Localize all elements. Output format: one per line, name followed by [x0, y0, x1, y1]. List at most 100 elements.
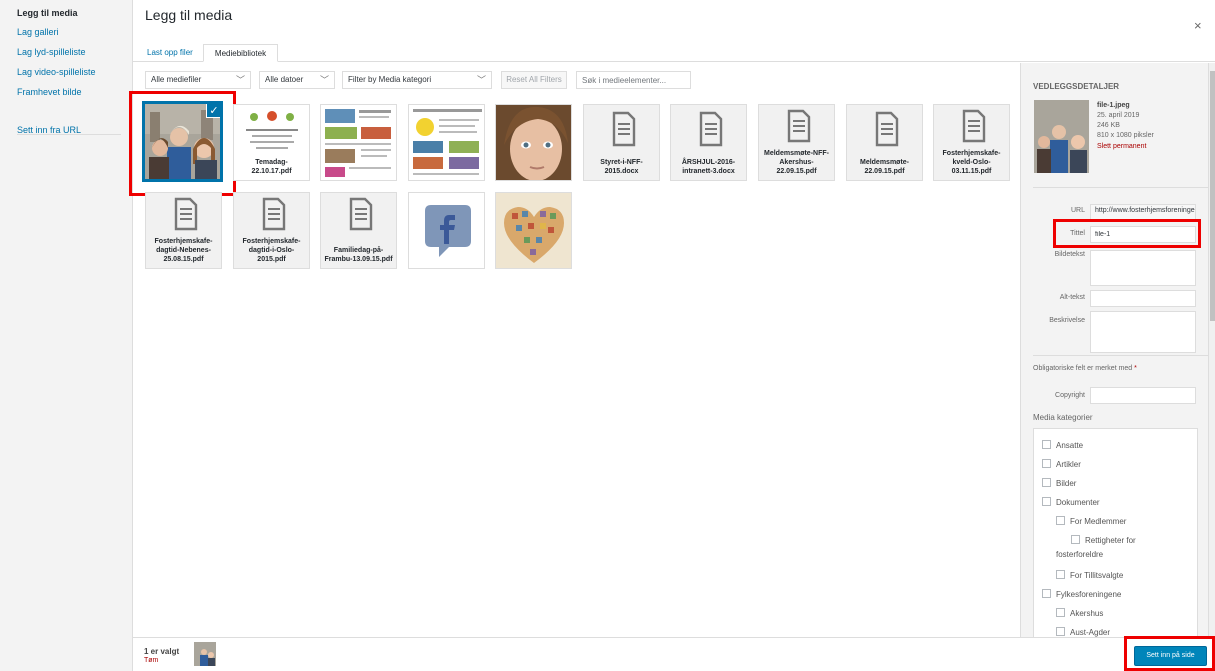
copyright-field[interactable] [1090, 387, 1196, 404]
document-icon [875, 111, 899, 147]
category-label: Artikler [1056, 460, 1081, 469]
category-label: For Medlemmer [1070, 517, 1127, 526]
heart-houses-image [496, 193, 571, 268]
details-scrollbar[interactable] [1208, 63, 1215, 637]
media-categories-label: Media kategorier [1033, 413, 1093, 422]
menu-item-insert-from-url[interactable]: Sett inn fra URL [17, 125, 81, 135]
category-ansatte[interactable]: Ansatte [1042, 440, 1083, 451]
menu-item-add-media[interactable]: Legg til media [17, 8, 78, 18]
caption-field[interactable] [1090, 250, 1196, 286]
pdf-thumbnail-image [234, 105, 309, 159]
attachment-filename: Fosterhjemskafe-dagtid-Nebenes-25.08.15.… [154, 238, 213, 263]
attachment-pdf-familiedag[interactable]: Familiedag-på-Frambu-13.09.15.pdf [320, 192, 397, 269]
category-label: For Tillitsvalgte [1070, 571, 1124, 580]
attachment-filename: Meldemsmøte-NFF-Akershus-22.09.15.pdf [764, 150, 829, 175]
category-label: Rettigheter for [1085, 536, 1136, 545]
attachment-pdf-temadag[interactable]: Temadag-22.10.17.pdf [233, 104, 310, 181]
document-icon [962, 109, 986, 143]
filter-media-type-select[interactable]: Alle mediefiler ﹀ [145, 71, 251, 89]
pdf-thumbnail-image [409, 105, 484, 180]
menu-item-create-video-playlist[interactable]: Lag video-spilleliste [17, 67, 96, 77]
attachment-facebook-image[interactable] [408, 192, 485, 269]
attachment-filename: Styret-i-NFF-2015.docx [600, 159, 643, 175]
close-icon[interactable]: × [1194, 18, 1202, 33]
media-categories-list: Ansatte Artikler Bilder Dokumenter For M… [1033, 428, 1198, 637]
title-field[interactable] [1090, 226, 1196, 243]
attachment-pdf-fosterhjemskafe-oslo[interactable]: Fosterhjemskafe-dagtid-i-Oslo-2015.pdf [233, 192, 310, 269]
attachment-filename: ÅRSHJUL-2016-intranett-3.docx [681, 159, 736, 175]
attachment-pdf-thumbnail[interactable] [408, 104, 485, 181]
checkbox[interactable] [1056, 627, 1065, 636]
attachment-heart-image[interactable] [495, 192, 572, 269]
category-dokumenter[interactable]: Dokumenter [1042, 497, 1100, 508]
details-file-size: 246 KB [1097, 122, 1120, 129]
filter-media-type-value: Alle mediefiler [151, 75, 202, 84]
url-label: URL [1070, 207, 1085, 214]
checkbox[interactable] [1071, 535, 1080, 544]
filter-media-category-select[interactable]: Filter by Media kategori ﹀ [342, 71, 492, 89]
checkbox[interactable] [1042, 589, 1051, 598]
tab-upload-files[interactable]: Last opp filer [143, 44, 197, 62]
details-thumbnail-image [1034, 100, 1089, 173]
category-for-tillitsvalgte[interactable]: For Tillitsvalgte [1056, 570, 1123, 581]
filter-date-select[interactable]: Alle datoer ﹀ [259, 71, 335, 89]
document-icon [699, 111, 723, 147]
menu-item-create-gallery[interactable]: Lag galleri [17, 27, 59, 37]
category-label: Fylkesforeningene [1056, 590, 1122, 599]
menu-item-featured-image[interactable]: Framhevet bilde [17, 87, 82, 97]
attachment-pdf-meldemsmote[interactable]: Meldemsmøte-22.09.15.pdf [846, 104, 923, 181]
attachment-pdf-fosterhjemskafe-nebenes[interactable]: Fosterhjemskafe-dagtid-Nebenes-25.08.15.… [145, 192, 222, 269]
attachment-docx-styret[interactable]: Styret-i-NFF-2015.docx [583, 104, 660, 181]
document-icon [174, 197, 198, 231]
copyright-label: Copyright [1055, 392, 1085, 399]
attachment-filename: Familiedag-på-Frambu-13.09.15.pdf [324, 247, 393, 263]
attachment-filename: Fosterhjemskafe-dagtid-i-Oslo-2015.pdf [242, 238, 301, 263]
checkbox[interactable] [1056, 570, 1065, 579]
alt-text-label: Alt-tekst [1059, 294, 1085, 301]
url-field[interactable]: http://www.fosterhjemsforeningen.no/wp-c… [1090, 204, 1196, 220]
attachment-filename: Fosterhjemskafe-kveld-Oslo-03.11.15.pdf [942, 150, 1001, 175]
search-input[interactable] [576, 71, 691, 89]
attachment-pdf-fosterhjemskafe-kveld[interactable]: Fosterhjemskafe-kveld-Oslo-03.11.15.pdf [933, 104, 1010, 181]
delete-permanently-link[interactable]: Slett permanent [1097, 142, 1146, 151]
caption-label: Bildetekst [1054, 251, 1085, 258]
required-note: Obligatoriske felt er merket med * [1033, 365, 1137, 372]
checkbox[interactable] [1042, 497, 1051, 506]
tab-media-library[interactable]: Mediebibliotek [203, 44, 278, 62]
category-bilder[interactable]: Bilder [1042, 478, 1076, 489]
attachment-pdf-meldemsmote-akershus[interactable]: Meldemsmøte-NFF-Akershus-22.09.15.pdf [758, 104, 835, 181]
attachment-photo[interactable] [495, 104, 572, 181]
document-icon [349, 197, 373, 231]
chevron-down-icon: ﹀ [235, 75, 245, 85]
selected-thumbnail-image[interactable] [194, 642, 216, 666]
required-star: * [1134, 365, 1137, 372]
checkmark-icon[interactable]: ✓ [206, 104, 220, 118]
filter-date-value: Alle datoer [265, 75, 304, 84]
attachment-filename: Meldemsmøte-22.09.15.pdf [859, 159, 909, 175]
category-for-medlemmer[interactable]: For Medlemmer [1056, 516, 1126, 527]
checkbox[interactable] [1042, 440, 1051, 449]
attachment-pdf-thumbnail[interactable] [320, 104, 397, 181]
checkbox[interactable] [1042, 478, 1051, 487]
checkbox[interactable] [1042, 459, 1051, 468]
filter-media-category-value: Filter by Media kategori [348, 75, 432, 84]
selection-count: 1 er valgt [144, 647, 180, 656]
category-aust-agder[interactable]: Aust-Agder [1056, 627, 1110, 637]
attachment-details-panel: Vedleggsdetaljer file-1.jpeg 25. april 2… [1020, 63, 1208, 637]
alt-text-field[interactable] [1090, 290, 1196, 307]
checkbox[interactable] [1056, 516, 1065, 525]
insert-into-page-button[interactable]: Sett inn på side [1134, 646, 1207, 666]
scrollbar-thumb[interactable] [1210, 71, 1215, 321]
attachment-docx-arshjul[interactable]: ÅRSHJUL-2016-intranett-3.docx [670, 104, 747, 181]
category-fylkesforeningene[interactable]: Fylkesforeningene [1042, 589, 1121, 600]
category-rettigheter[interactable]: Rettigheter for [1071, 535, 1136, 546]
reset-filters-button[interactable]: Reset All Filters [501, 71, 567, 89]
category-artikler[interactable]: Artikler [1042, 459, 1081, 470]
category-akershus[interactable]: Akershus [1056, 608, 1103, 619]
menu-item-create-audio-playlist[interactable]: Lag lyd-spilleliste [17, 47, 86, 57]
attachment-selected-photo[interactable]: ✓ [142, 101, 223, 182]
checkbox[interactable] [1056, 608, 1065, 617]
description-field[interactable] [1090, 311, 1196, 353]
attachment-filename: Temadag-22.10.17.pdf [251, 159, 292, 175]
clear-selection-link[interactable]: Tøm [144, 657, 158, 664]
